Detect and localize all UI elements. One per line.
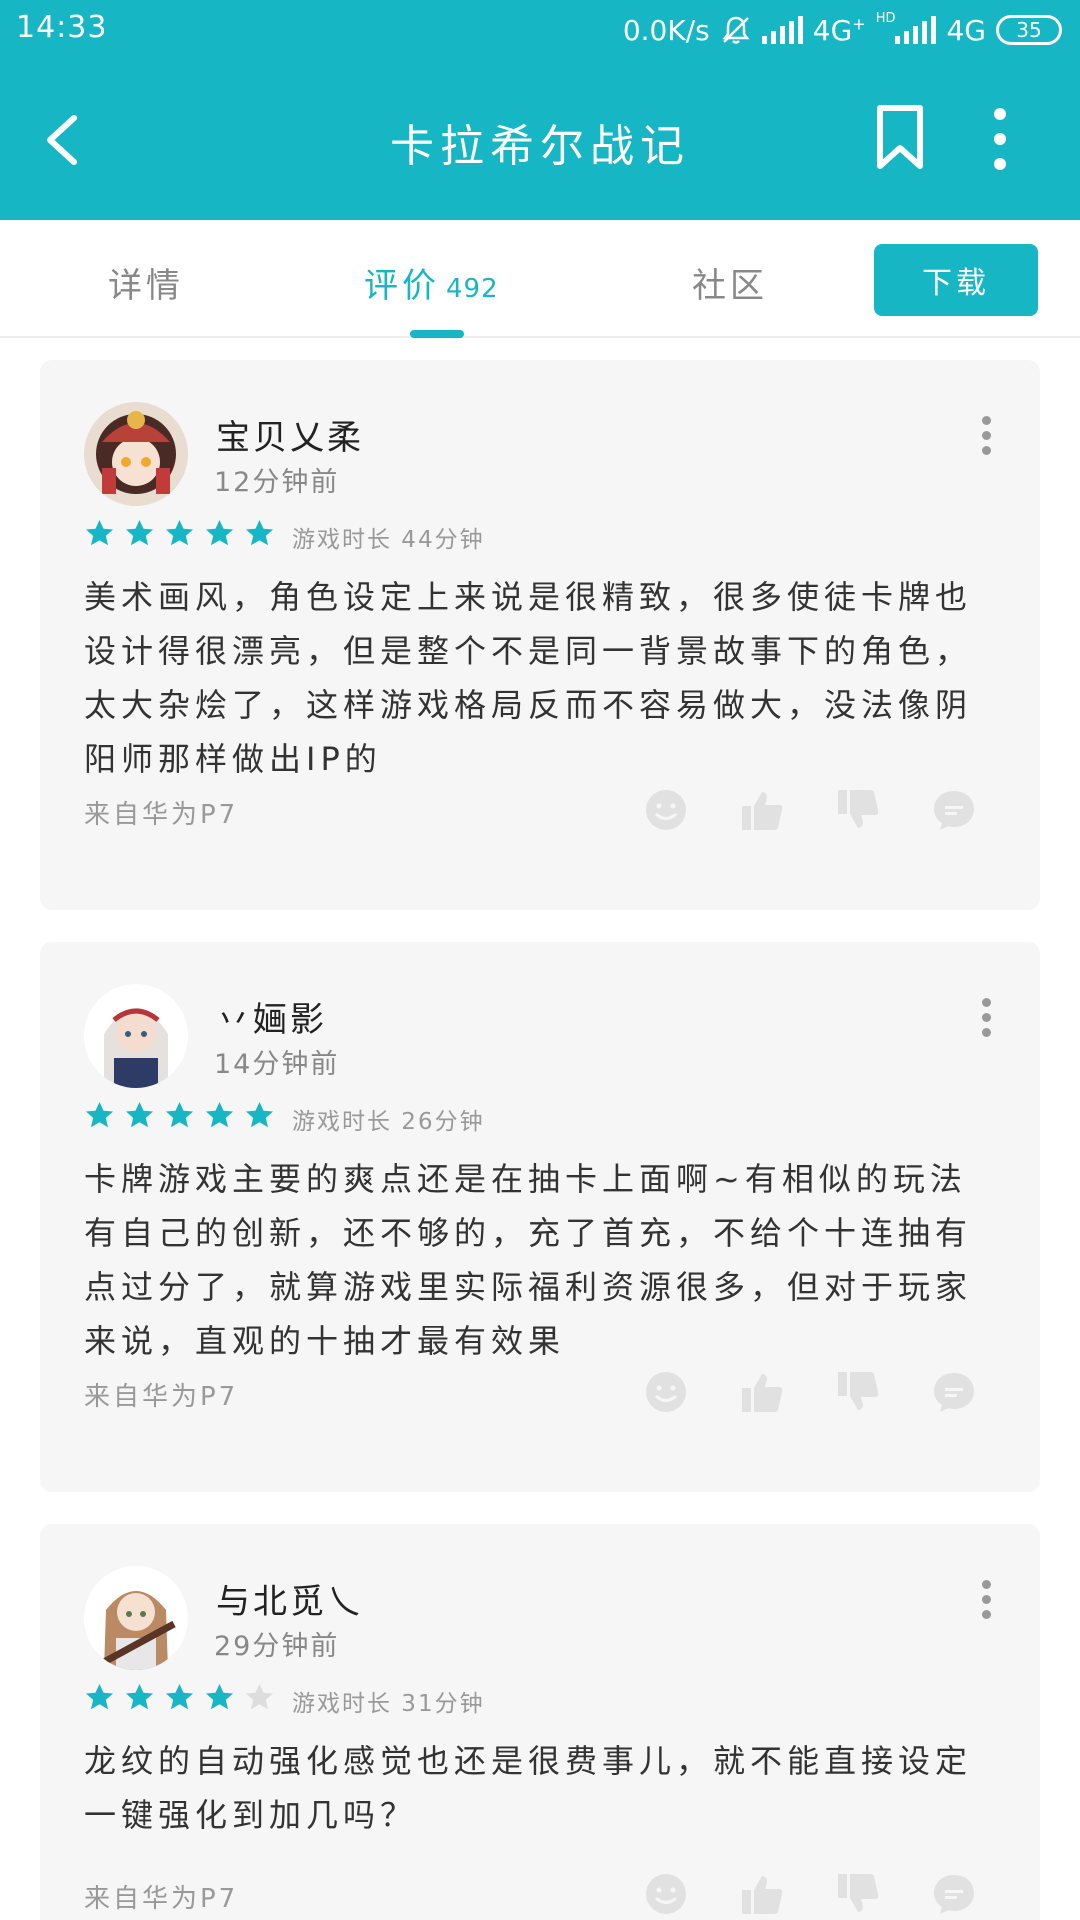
- comment-icon[interactable]: [932, 1872, 976, 1916]
- review-card: 丷婳影 14分钟前 游戏时长 26分钟 卡牌游戏主要的爽点还是在抽卡上面啊~有相…: [40, 942, 1040, 1492]
- thumb-up-icon[interactable]: [740, 1872, 784, 1916]
- status-bar: 14:33 0.0K/s 4G+ HD 4G 35: [0, 0, 1080, 62]
- download-button[interactable]: 下载: [874, 244, 1038, 316]
- review-card: 与北觅乀 29分钟前 游戏时长 31分钟 龙纹的自动强化感觉也还是很费事儿，就不…: [40, 1524, 1040, 1920]
- top-bar: 14:33 0.0K/s 4G+ HD 4G 35 卡拉希尔战记: [0, 0, 1080, 220]
- star-filled-icon: [85, 1101, 114, 1128]
- star-filled-icon: [205, 519, 234, 546]
- star-filled-icon: [125, 519, 154, 546]
- star-filled-icon: [245, 519, 274, 546]
- tab-reviews-label: 评价: [364, 266, 440, 306]
- star-filled-icon: [165, 1683, 194, 1710]
- more-vertical-icon[interactable]: [974, 994, 998, 1054]
- rating-stars: [84, 1100, 275, 1131]
- thumb-up-icon[interactable]: [740, 1370, 784, 1414]
- emoji-icon[interactable]: [644, 788, 688, 832]
- mute-bell-icon: [722, 16, 750, 44]
- review-content: 美术画风，角色设定上来说是很精致，很多使徒卡牌也设计得很漂亮，但是整个不是同一背…: [84, 578, 973, 778]
- emoji-icon[interactable]: [644, 1872, 688, 1916]
- app-bar: 卡拉希尔战记: [0, 80, 1080, 200]
- review-card: 宝贝乂柔 12分钟前 游戏时长 44分钟 美术画风，角色设定上来说是很精致，很多…: [40, 360, 1040, 910]
- review-time: 12分钟前: [214, 467, 340, 498]
- review-time: 14分钟前: [214, 1049, 340, 1080]
- review-actions: [644, 1370, 976, 1414]
- thumb-down-icon[interactable]: [836, 1370, 880, 1414]
- device-label: 来自华为P7: [84, 800, 239, 830]
- avatar[interactable]: [84, 402, 188, 506]
- username[interactable]: 与北觅乀: [216, 1574, 364, 1623]
- star-filled-icon: [85, 519, 114, 546]
- thumb-up-icon[interactable]: [740, 788, 784, 832]
- battery-icon: 35: [996, 15, 1062, 45]
- status-indicators: 0.0K/s 4G+ HD 4G 35: [623, 10, 1062, 50]
- sim1-network: 4G+: [812, 13, 866, 47]
- tab-details-label: 详情: [108, 266, 184, 306]
- star-empty-icon: [245, 1683, 274, 1710]
- comment-icon[interactable]: [932, 788, 976, 832]
- review-list[interactable]: 宝贝乂柔 12分钟前 游戏时长 44分钟 美术画风，角色设定上来说是很精致，很多…: [0, 340, 1080, 1920]
- more-vertical-icon[interactable]: [974, 412, 998, 472]
- playtime: 游戏时长 44分钟: [292, 527, 485, 553]
- review-content: 卡牌游戏主要的爽点还是在抽卡上面啊~有相似的玩法有自己的创新，还不够的，充了首充…: [84, 1160, 973, 1360]
- tab-community-label: 社区: [692, 266, 768, 306]
- network-speed: 0.0K/s: [622, 13, 710, 47]
- tab-bar: 详情 评价 492 社区 下载: [0, 220, 1080, 338]
- star-filled-icon: [165, 1101, 194, 1128]
- signal-icon: [895, 16, 937, 44]
- sim2-network: 4G: [946, 13, 986, 47]
- thumb-down-icon[interactable]: [836, 1872, 880, 1916]
- avatar[interactable]: [84, 1566, 188, 1670]
- tab-reviews[interactable]: 评价 492: [364, 258, 499, 307]
- star-filled-icon: [165, 519, 194, 546]
- hd-label: HD: [875, 10, 896, 26]
- star-filled-icon: [125, 1683, 154, 1710]
- rating-stars: [84, 518, 275, 549]
- thumb-down-icon[interactable]: [836, 788, 880, 832]
- battery-level: 35: [1016, 18, 1042, 42]
- review-count: 492: [446, 274, 499, 304]
- playtime: 游戏时长 26分钟: [292, 1109, 485, 1135]
- device-label: 来自华为P7: [84, 1382, 239, 1412]
- tab-details[interactable]: 详情: [108, 258, 184, 307]
- review-actions: [644, 1872, 976, 1916]
- bookmark-icon[interactable]: [872, 104, 928, 170]
- more-vertical-icon[interactable]: [974, 1576, 998, 1636]
- signal-icon: [761, 16, 803, 44]
- device-label: 来自华为P7: [84, 1884, 239, 1914]
- status-time: 14:33: [16, 10, 108, 45]
- star-filled-icon: [125, 1101, 154, 1128]
- back-arrow-icon[interactable]: [36, 104, 96, 176]
- more-vertical-icon[interactable]: [980, 104, 1020, 174]
- star-filled-icon: [85, 1683, 114, 1710]
- playtime: 游戏时长 31分钟: [292, 1691, 485, 1717]
- tab-community[interactable]: 社区: [692, 258, 768, 307]
- rating-stars: [84, 1682, 275, 1713]
- avatar[interactable]: [84, 984, 188, 1088]
- username[interactable]: 宝贝乂柔: [216, 410, 364, 459]
- star-filled-icon: [245, 1101, 274, 1128]
- review-actions: [644, 788, 976, 832]
- review-content: 龙纹的自动强化感觉也还是很费事儿，就不能直接设定一键强化到加几吗？: [84, 1742, 973, 1834]
- review-time: 29分钟前: [214, 1631, 340, 1662]
- comment-icon[interactable]: [932, 1370, 976, 1414]
- username[interactable]: 丷婳影: [216, 992, 327, 1041]
- star-filled-icon: [205, 1683, 234, 1710]
- emoji-icon[interactable]: [644, 1370, 688, 1414]
- active-tab-indicator: [410, 330, 464, 338]
- star-filled-icon: [205, 1101, 234, 1128]
